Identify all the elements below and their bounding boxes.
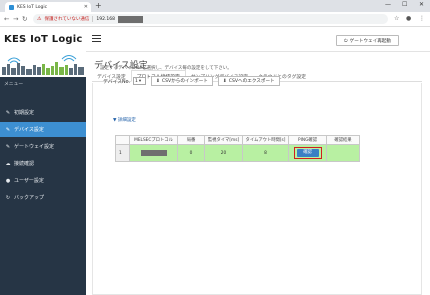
forward-icon[interactable]: →	[13, 15, 18, 23]
edit-icon: ✎	[5, 126, 11, 133]
maximize-icon[interactable]: ☐	[402, 1, 407, 8]
tab-title: KES IoT Logic	[17, 4, 48, 10]
sidebar-item-label: ゲートウェイ設定	[14, 144, 55, 150]
skyline-logo-graphic	[2, 55, 84, 75]
row-index: 1	[115, 144, 130, 162]
table-row: 1 0 20 8 確認	[115, 144, 360, 162]
wrench-icon: ✎	[5, 109, 11, 116]
warning-icon: ⚠	[37, 16, 42, 22]
station-cell[interactable]: 0	[177, 144, 205, 162]
sidebar-item-label: バックアップ	[14, 195, 45, 201]
address-bar: ← → ↻ ⚠ 保護されていない通信 192.168 ☆ ● ⋮	[0, 12, 430, 27]
csv-import-label: CSVからのインポート	[161, 79, 208, 84]
table-header-station: 局番	[177, 135, 205, 145]
hamburger-menu-icon[interactable]	[92, 35, 101, 42]
gateway-restart-label: ゲートウェイ再起動	[349, 38, 391, 44]
sidebar-item-initial-settings[interactable]: ✎ 初期設定	[0, 105, 86, 120]
url-text: 192.168	[96, 16, 115, 22]
back-icon[interactable]: ←	[4, 15, 9, 23]
browser-tab[interactable]: KES IoT Logic ✕	[5, 2, 91, 12]
sidebar-item-user-settings[interactable]: ● ユーザー設定	[0, 173, 86, 188]
table-header-index	[115, 135, 130, 145]
protocol-cell[interactable]	[129, 144, 178, 162]
sidebar-item-label: デバイス設定	[14, 127, 44, 133]
timeout-cell[interactable]: 8	[242, 144, 289, 162]
result-cell	[326, 144, 360, 162]
new-tab-icon[interactable]: +	[95, 1, 102, 10]
sidebar-item-label: ユーザー設定	[14, 178, 44, 184]
menu-icon[interactable]: ⋮	[419, 15, 425, 22]
close-window-icon[interactable]: ✕	[419, 1, 424, 8]
close-icon[interactable]: ✕	[84, 4, 88, 10]
insecure-label: 保護されていない通信	[44, 17, 90, 22]
sidebar-item-gateway-settings[interactable]: ✎ ゲートウェイ設定	[0, 139, 86, 154]
user-icon: ●	[5, 177, 11, 184]
gateway-restart-button[interactable]: ⏻ ゲートウェイ再起動	[336, 35, 399, 46]
device-no-value: 1	[135, 78, 138, 84]
sidebar-item-label: 接続確認	[14, 161, 35, 167]
table-header-protocol: MELSECプロトコル	[129, 135, 178, 145]
sidebar-item-connection-check[interactable]: ☁ 接続確認	[0, 156, 86, 171]
favicon-icon	[9, 4, 14, 10]
detail-settings-link[interactable]: ▼ 詳細設定	[113, 117, 136, 123]
redacted-protocol	[140, 149, 167, 156]
upload-icon: ⬇	[222, 78, 227, 84]
url-input[interactable]: ⚠ 保護されていない通信 192.168	[33, 14, 388, 24]
chevron-down-icon: ▾	[138, 78, 142, 84]
sidebar-item-device-settings[interactable]: ✎ デバイス設定	[0, 122, 86, 137]
csv-export-label: CSVへのエクスポート	[228, 79, 275, 84]
timer-cell[interactable]: 20	[204, 144, 243, 162]
download-icon: ⬇	[156, 78, 160, 84]
table-header-timeout: タイムアウト時間[s]	[242, 135, 289, 145]
highlight-box: 確認	[293, 147, 322, 159]
device-toolbar: デバイスNo. 1 ▾ ⬇ CSVからのインポート ⬇ CSVへのエクスポート	[103, 76, 280, 86]
edit-icon: ✎	[5, 143, 11, 150]
sidebar-item-backup[interactable]: ↻ バックアップ	[0, 190, 86, 205]
refresh-icon: ↻	[5, 194, 11, 201]
table-header-ping: PING確認	[288, 135, 327, 145]
minimize-icon[interactable]: —	[385, 1, 391, 8]
csv-import-button[interactable]: ⬇ CSVからのインポート	[151, 76, 213, 86]
protocol-table: MELSECプロトコル 局番 監視タイマ[ms] タイムアウト時間[s] PIN…	[115, 135, 360, 162]
power-icon: ⏻	[344, 38, 348, 44]
device-no-select[interactable]: 1 ▾	[133, 77, 147, 85]
divider	[92, 16, 94, 22]
account-icon[interactable]: ●	[406, 15, 411, 22]
ping-confirm-button[interactable]: 確認	[296, 149, 319, 157]
reload-icon[interactable]: ↻	[22, 15, 27, 23]
menu-header: メニュー	[4, 82, 24, 87]
cloud-icon: ☁	[5, 160, 11, 167]
top-bar: ⏻ ゲートウェイ再起動	[86, 27, 430, 52]
device-no-label: デバイスNo.	[103, 79, 131, 85]
browser-tabstrip: KES IoT Logic ✕ + — ☐ ✕	[0, 0, 430, 12]
star-icon[interactable]: ☆	[394, 15, 399, 22]
logo: KES IoT Logic	[4, 34, 83, 45]
ping-cell: 確認	[288, 144, 327, 162]
table-header-timer: 監視タイマ[ms]	[204, 135, 243, 145]
sidebar: KES IoT Logic メニュー ✎ 初期設定 ✎ デバイス設定 ✎ ゲート…	[0, 27, 86, 295]
tab-panel	[92, 83, 422, 295]
logo-area: KES IoT Logic	[0, 27, 86, 77]
sidebar-item-label: 初期設定	[14, 110, 35, 116]
csv-export-button[interactable]: ⬇ CSVへのエクスポート	[217, 76, 280, 86]
instruction-text: 設定するデバイスNoを選択し、デバイス毎の設定をして下さい。	[100, 66, 232, 71]
table-header-result: 確認結果	[326, 135, 360, 145]
redacted-url	[117, 15, 143, 23]
